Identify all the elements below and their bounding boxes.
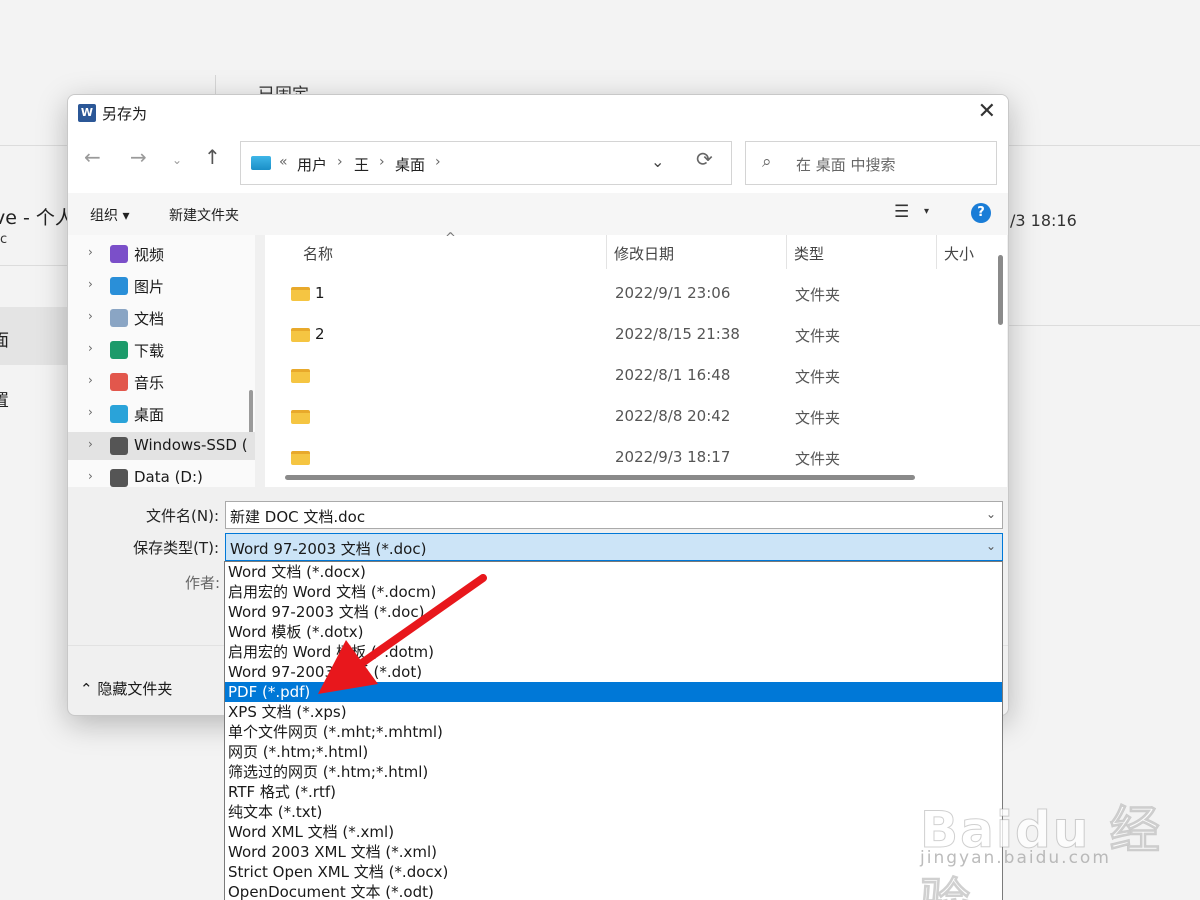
arrow-shaft [358,574,487,667]
arrow-head [318,640,378,694]
baidu-watermark: Baidu 经验 [920,801,1162,900]
baidu-watermark-url: jingyan.baidu.com [920,848,1111,868]
red-arrow-annotation [318,574,487,694]
